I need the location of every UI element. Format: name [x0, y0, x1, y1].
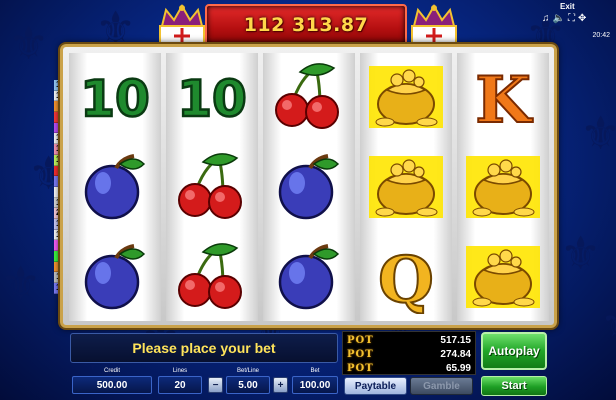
jackpot-banner: 112 313.87	[205, 4, 407, 46]
pot-row: POT 517.15	[347, 333, 473, 347]
svg-text:10: 10	[80, 70, 150, 128]
bet-value: 100.00	[292, 376, 338, 394]
pot-value: 517.15	[440, 334, 471, 346]
bet-label: Bet	[310, 368, 320, 374]
fleur-de-lis-icon: ⚜	[560, 226, 602, 280]
music-icon[interactable]: ♫	[542, 13, 550, 24]
ten-symbol: 10	[69, 53, 161, 141]
lines-label: Lines	[172, 368, 188, 374]
reel-5: K	[457, 53, 549, 321]
gold-bag-symbol	[457, 143, 549, 231]
plum-symbol	[69, 143, 161, 231]
bet-line-increase-button[interactable]: +	[273, 377, 288, 393]
gamble-button[interactable]: Gamble	[410, 377, 473, 395]
reel-1: 10	[69, 53, 161, 321]
gold-bag-symbol	[360, 143, 452, 231]
fleur-de-lis-icon: ⚜	[580, 106, 616, 160]
pot-row: POT 65.99	[347, 361, 473, 375]
plum-symbol	[263, 143, 355, 231]
king-symbol: K	[457, 53, 549, 141]
credit-label: Credit	[103, 368, 120, 374]
bet-line-label: Bet/Line	[236, 368, 260, 374]
sound-icon[interactable]: 🔈	[553, 13, 565, 24]
paytable-button[interactable]: Paytable	[344, 377, 407, 395]
autoplay-button[interactable]: Autoplay	[481, 332, 547, 370]
gold-bag-symbol	[457, 233, 549, 321]
fullscreen-icon[interactable]: ⛶	[568, 13, 575, 24]
exit-button[interactable]: Exit	[560, 2, 575, 11]
reel-4: Q	[360, 53, 452, 321]
bet-line-decrease-button[interactable]: −	[208, 377, 223, 393]
message-box: Please place your bet	[70, 333, 338, 363]
fleur-de-lis-icon: ⚜	[0, 256, 42, 310]
fleur-de-lis-icon: ⚜	[600, 300, 616, 346]
settings-icon[interactable]: ✥	[578, 13, 586, 24]
credit-value: 500.00	[72, 376, 152, 394]
plum-symbol	[263, 233, 355, 321]
ten-symbol: 10	[166, 53, 258, 141]
svg-text:K: K	[475, 63, 533, 134]
cherry-symbol	[166, 143, 258, 231]
clock: 20:42	[592, 32, 610, 39]
pot-label: POT	[347, 334, 374, 346]
pot-label: POT	[347, 348, 374, 360]
pot-value: 274.84	[440, 348, 471, 360]
pot-value: 65.99	[445, 362, 471, 374]
start-button[interactable]: Start	[481, 376, 547, 396]
pot-box: POT 517.15 POT 274.84 POT 65.99	[342, 331, 476, 375]
pot-row: POT 274.84	[347, 347, 473, 361]
cherry-symbol	[166, 233, 258, 321]
reel-2: 10	[166, 53, 258, 321]
bet-line-value: 5.00	[226, 376, 270, 394]
cherry-symbol	[263, 53, 355, 141]
queen-symbol: Q	[360, 233, 452, 321]
reel-3	[263, 53, 355, 321]
reels-frame: 10 10 Q K	[60, 44, 557, 328]
jackpot-value: 112 313.87	[243, 14, 369, 36]
svg-text:Q: Q	[378, 243, 434, 314]
status-area: Exit ♫ 🔈 ⛶ ✥ 20:42	[538, 2, 612, 44]
lines-value[interactable]: 20	[158, 376, 202, 394]
plum-symbol	[69, 233, 161, 321]
svg-text:10: 10	[177, 70, 247, 128]
fleur-de-lis-icon: ⚜	[8, 16, 50, 70]
gold-bag-symbol	[360, 53, 452, 141]
pot-label: POT	[347, 362, 374, 374]
